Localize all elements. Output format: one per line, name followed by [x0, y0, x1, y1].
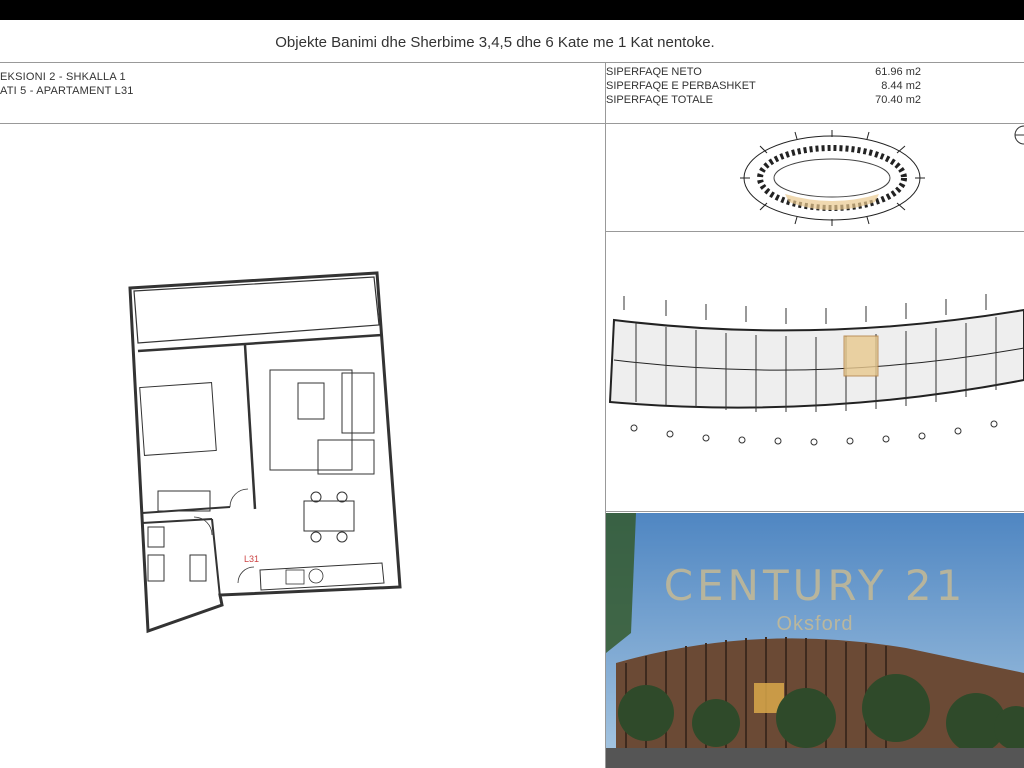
- area-row: SIPERFAQE NETO 61.96 m2: [606, 65, 921, 79]
- document-title: Objekte Banimi dhe Sherbime 3,4,5 dhe 6 …: [275, 34, 715, 51]
- area-row: SIPERFAQE TOTALE 70.40 m2: [606, 93, 921, 107]
- area-label: SIPERFAQE TOTALE: [606, 94, 713, 106]
- area-value: 61.96 m2: [875, 66, 921, 78]
- divider-top: [0, 62, 1024, 63]
- floor-plate-plan: [608, 294, 1024, 446]
- area-value: 8.44 m2: [881, 80, 921, 92]
- area-row: SIPERFAQE E PERBASHKET 8.44 m2: [606, 79, 921, 93]
- floor-apartment-label: ATI 5 - APARTAMENT L31: [0, 85, 134, 97]
- unit-info: EKSIONI 2 - SHKALLA 1 ATI 5 - APARTAMENT…: [0, 70, 134, 98]
- divider-keyplan: [605, 231, 1024, 232]
- area-label: SIPERFAQE E PERBASHKET: [606, 80, 756, 92]
- area-value: 70.40 m2: [875, 94, 921, 106]
- watermark-brand: CENTURY 21: [663, 561, 967, 610]
- rendering-image: [606, 513, 1024, 768]
- north-arrow-icon: [1014, 125, 1024, 145]
- apartment-tag: L31: [244, 554, 259, 564]
- section-label: EKSIONI 2 - SHKALLA 1: [0, 71, 126, 83]
- building-rendering: CENTURY 21 Oksford: [606, 513, 1024, 768]
- top-black-bar: [0, 0, 1024, 20]
- watermark-office: Oksford: [776, 613, 854, 635]
- area-table: SIPERFAQE NETO 61.96 m2 SIPERFAQE E PERB…: [606, 65, 921, 107]
- apartment-floorplan: L31: [128, 271, 402, 634]
- divider-info: [0, 123, 1024, 124]
- divider-floorplate: [605, 511, 1024, 512]
- key-plan-oval: [740, 130, 925, 226]
- area-label: SIPERFAQE NETO: [606, 66, 702, 78]
